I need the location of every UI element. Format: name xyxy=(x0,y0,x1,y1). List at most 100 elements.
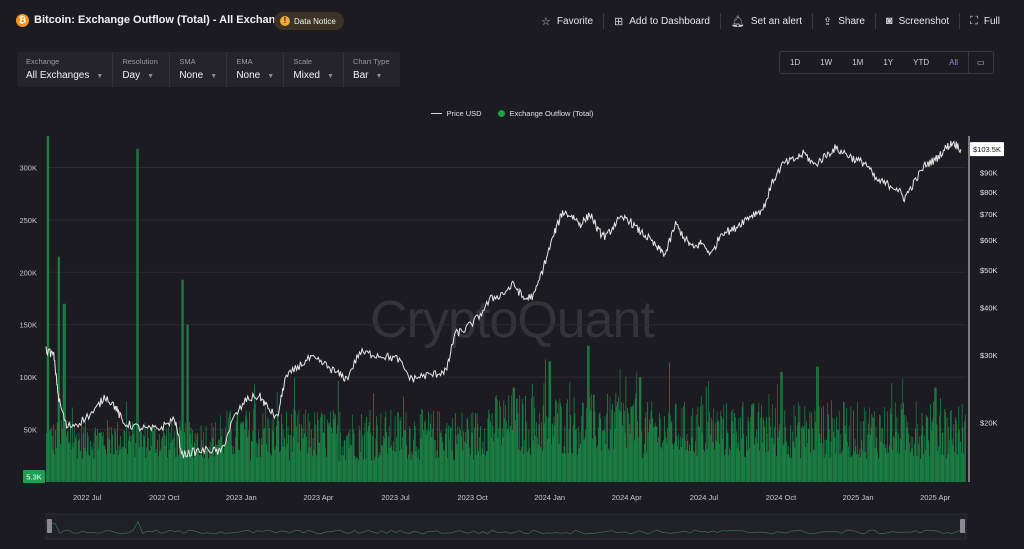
outflow-bar xyxy=(75,437,76,482)
outflow-bar xyxy=(487,418,489,482)
outflow-bar xyxy=(736,448,738,482)
outflow-bar xyxy=(536,421,537,482)
outflow-bar xyxy=(939,415,940,482)
outflow-bar xyxy=(591,393,592,482)
outflow-bar xyxy=(622,425,623,482)
outflow-bar xyxy=(201,439,203,482)
outflow-bar xyxy=(64,303,66,482)
outflow-bar xyxy=(220,436,222,482)
chart-canvas[interactable]: 50K 100K 150K 200K 250K 300K $20K $30K $40K $50K $… xyxy=(0,0,1024,549)
outflow-bar xyxy=(679,449,680,482)
outflow-bar xyxy=(930,430,932,482)
outflow-bar xyxy=(511,430,513,482)
outflow-bar xyxy=(758,402,760,482)
outflow-bar xyxy=(728,455,730,482)
outflow-bar xyxy=(790,425,791,482)
outflow-bar xyxy=(409,428,411,482)
outflow-bar xyxy=(410,459,412,482)
outflow-bar xyxy=(301,428,303,482)
outflow-bar xyxy=(740,417,741,482)
x-axis-tick-label: 2023 Apr xyxy=(303,493,334,502)
outflow-bar xyxy=(707,421,709,482)
outflow-bar xyxy=(332,410,334,482)
outflow-bar xyxy=(423,430,424,482)
outflow-bar xyxy=(649,419,650,482)
outflow-bar xyxy=(931,422,933,482)
outflow-bar xyxy=(557,413,558,482)
outflow-bar xyxy=(542,405,544,482)
outflow-bar xyxy=(189,433,191,482)
outflow-bar xyxy=(819,433,821,482)
outflow-bar xyxy=(501,428,503,482)
x-axis-tick-label: 2024 Jan xyxy=(534,493,565,502)
outflow-bar xyxy=(325,448,326,482)
outflow-bar xyxy=(225,442,227,482)
outflow-bar xyxy=(657,442,659,482)
outflow-bar xyxy=(827,402,828,482)
outflow-bar xyxy=(224,446,225,482)
outflow-bar xyxy=(925,414,927,482)
outflow-bar xyxy=(735,417,736,482)
outflow-bar xyxy=(717,421,719,482)
outflow-bar xyxy=(395,451,397,482)
outflow-bar xyxy=(917,423,919,482)
outflow-bar xyxy=(353,432,355,482)
outflow-bar xyxy=(526,452,528,482)
outflow-bar xyxy=(51,435,53,482)
outflow-bar xyxy=(356,457,357,482)
range-navigator[interactable] xyxy=(45,513,967,540)
outflow-bar xyxy=(397,412,398,482)
outflow-bar xyxy=(722,419,724,482)
outflow-bar xyxy=(412,454,413,482)
outflow-bar xyxy=(357,460,359,482)
outflow-bar xyxy=(282,446,284,482)
outflow-bar xyxy=(261,444,263,482)
outflow-bar xyxy=(711,420,713,482)
outflow-bar xyxy=(117,455,119,482)
outflow-bar xyxy=(746,450,748,482)
outflow-bar xyxy=(644,443,645,482)
outflow-bar xyxy=(122,447,124,482)
outflow-bar xyxy=(578,448,580,482)
outflow-bar xyxy=(950,410,952,482)
outflow-bar xyxy=(838,430,839,482)
outflow-bar xyxy=(795,416,797,482)
outflow-bar xyxy=(245,415,246,482)
navigator-right-handle[interactable] xyxy=(960,519,965,533)
outflow-bar xyxy=(59,256,61,482)
outflow-bar xyxy=(387,453,388,482)
outflow-bar xyxy=(935,387,936,482)
outflow-bar xyxy=(95,427,96,482)
outflow-bar xyxy=(72,447,74,482)
outflow-bar xyxy=(581,416,582,482)
outflow-bar xyxy=(383,436,384,482)
outflow-bar xyxy=(963,453,965,482)
outflow-bar xyxy=(544,423,546,482)
outflow-bar xyxy=(121,448,122,482)
outflow-bar xyxy=(566,403,567,482)
outflow-bar xyxy=(490,437,492,482)
outflow-bar xyxy=(572,453,573,482)
outflow-bar xyxy=(475,454,477,482)
outflow-bar xyxy=(88,455,90,482)
outflow-bar xyxy=(514,387,515,482)
outflow-bar xyxy=(386,432,388,482)
outflow-bar xyxy=(663,439,664,482)
outflow-bar xyxy=(925,449,926,482)
outflow-bar xyxy=(350,444,352,482)
outflow-bar xyxy=(309,421,311,482)
outflow-bar xyxy=(193,457,194,482)
outflow-bar xyxy=(127,453,128,482)
left-axis-tick-label: 50K xyxy=(24,426,37,435)
outflow-bar xyxy=(242,421,244,482)
outflow-bar xyxy=(148,437,149,482)
outflow-bar xyxy=(270,453,271,482)
outflow-bar xyxy=(862,449,863,482)
navigator-left-handle[interactable] xyxy=(47,519,52,533)
outflow-bar xyxy=(246,419,248,482)
outflow-bar xyxy=(335,415,337,482)
outflow-bar xyxy=(291,414,292,482)
outflow-bar xyxy=(781,371,782,482)
outflow-bar xyxy=(788,454,790,482)
outflow-bar xyxy=(642,457,643,482)
